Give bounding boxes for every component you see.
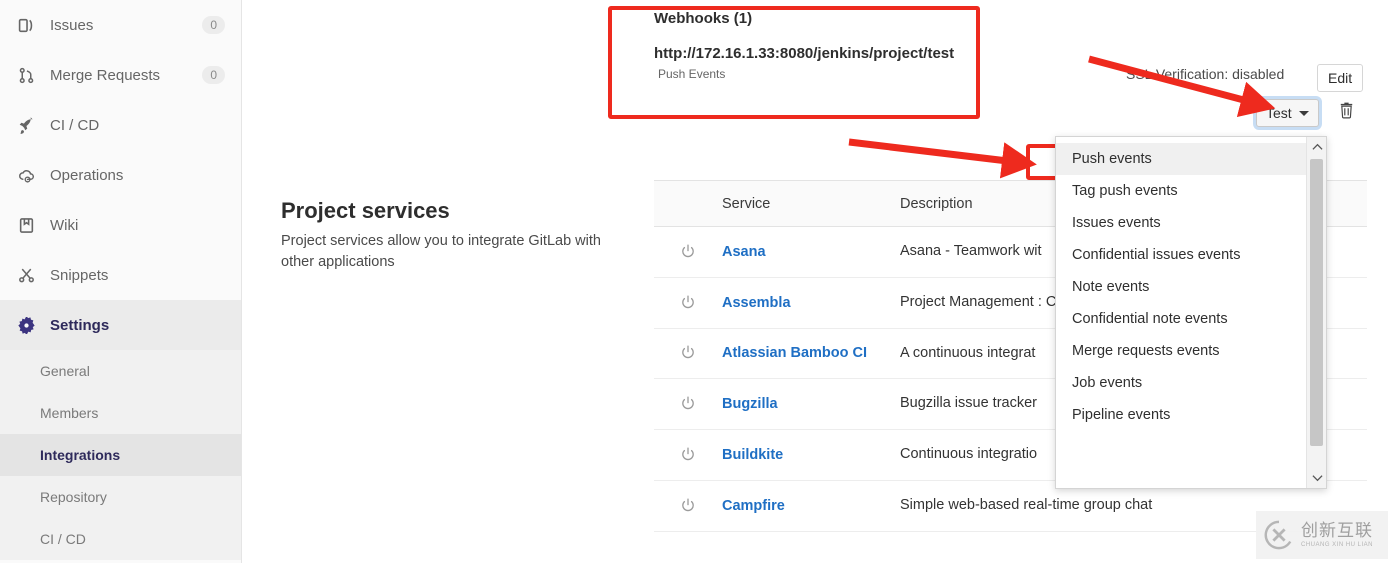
- service-name-cell[interactable]: Atlassian Bamboo CI: [722, 328, 900, 380]
- dropdown-item-confidential-note-events[interactable]: Confidential note events: [1056, 303, 1306, 335]
- dropdown-item-push-events[interactable]: Push events: [1056, 143, 1306, 175]
- merge-request-icon: [16, 65, 36, 85]
- red-arrow-to-push-events: [848, 138, 1037, 179]
- column-header-icon: [654, 180, 722, 227]
- trash-icon: [1340, 102, 1353, 119]
- service-link[interactable]: Asana: [722, 244, 766, 260]
- service-link[interactable]: Atlassian Bamboo CI: [722, 345, 867, 361]
- sidebar-subitem-label: Integrations: [40, 447, 121, 463]
- watermark-cn: 创新互联: [1301, 521, 1373, 540]
- power-icon: [682, 244, 694, 258]
- dropdown-item-issues-events[interactable]: Issues events: [1056, 207, 1306, 239]
- webhook-url[interactable]: http://172.16.1.33:8080/jenkins/project/…: [654, 45, 974, 62]
- cx-logo-icon: [1264, 520, 1292, 550]
- service-name-cell[interactable]: Bugzilla: [722, 378, 900, 430]
- sidebar-item-label: Wiki: [50, 216, 79, 234]
- sidebar-item-ci-cd[interactable]: CI / CD: [0, 100, 241, 150]
- delete-webhook-button[interactable]: [1338, 101, 1355, 122]
- edit-button[interactable]: Edit: [1317, 64, 1364, 92]
- sidebar-item-operations[interactable]: Operations: [0, 150, 241, 200]
- service-link[interactable]: Buildkite: [722, 447, 783, 463]
- dropdown-items-list: Push events Tag push events Issues event…: [1056, 137, 1306, 488]
- service-status-cell[interactable]: [654, 277, 722, 329]
- dropdown-item-merge-requests-events[interactable]: Merge requests events: [1056, 335, 1306, 367]
- service-status-cell[interactable]: [654, 226, 722, 278]
- chevron-down-icon[interactable]: [1307, 468, 1326, 488]
- service-link[interactable]: Bugzilla: [722, 396, 778, 412]
- sidebar-item-label: Issues: [50, 16, 94, 34]
- service-status-cell[interactable]: [654, 480, 722, 532]
- page-title: Project services: [281, 198, 450, 224]
- service-status-cell[interactable]: [654, 429, 722, 481]
- webhooks-title: Webhooks (1): [654, 10, 753, 27]
- sidebar-item-label: Merge Requests: [50, 66, 161, 84]
- power-icon: [682, 498, 694, 511]
- watermark-en: CHUANG XIN HU LIAN: [1301, 542, 1374, 548]
- webhooks-section: Webhooks (1) http://172.16.1.33:8080/jen…: [654, 10, 974, 81]
- cloud-gear-icon: [16, 165, 36, 185]
- app-root: Issues 0 Merge Requests 0 CI / CD Operat…: [0, 0, 1394, 563]
- scissors-icon: [16, 265, 36, 285]
- sidebar-item-issues[interactable]: Issues 0: [0, 0, 241, 50]
- column-header-service: Service: [722, 180, 900, 227]
- test-events-dropdown-menu[interactable]: Push events Tag push events Issues event…: [1055, 136, 1327, 489]
- watermark: 创新互联 CHUANG XIN HU LIAN: [1256, 511, 1388, 559]
- dropdown-item-pipeline-events[interactable]: Pipeline events: [1056, 399, 1306, 431]
- book-icon: [16, 215, 36, 235]
- sidebar-item-label: Settings: [50, 316, 110, 334]
- sidebar-subitem-label: Repository: [40, 489, 107, 505]
- service-name-cell[interactable]: Assembla: [722, 277, 900, 329]
- watermark-text: 创新互联 CHUANG XIN HU LIAN: [1301, 522, 1373, 548]
- webhook-events-label: Push Events: [658, 67, 726, 81]
- power-icon: [682, 346, 694, 359]
- chevron-down-icon: [1298, 110, 1309, 116]
- sidebar-item-settings[interactable]: Settings: [0, 300, 241, 350]
- gear-icon: [16, 315, 36, 335]
- service-status-cell[interactable]: [654, 378, 722, 430]
- test-button-label: Test: [1266, 105, 1292, 121]
- service-name-cell[interactable]: Campfire: [722, 480, 900, 532]
- merge-requests-count-badge: 0: [202, 66, 225, 84]
- sidebar-subitem-integrations[interactable]: Integrations: [0, 434, 241, 476]
- power-icon: [682, 447, 694, 461]
- settings-submenu: General Members Integrations Repository …: [0, 350, 241, 560]
- sidebar-item-label: Operations: [50, 166, 124, 184]
- dropdown-item-note-events[interactable]: Note events: [1056, 271, 1306, 303]
- service-link[interactable]: Assembla: [722, 295, 791, 311]
- issues-icon: [16, 15, 36, 35]
- scrollbar-thumb[interactable]: [1310, 159, 1323, 446]
- chevron-up-icon[interactable]: [1307, 137, 1326, 157]
- test-dropdown-button[interactable]: Test: [1256, 99, 1319, 127]
- sidebar-subitem-label: CI / CD: [40, 531, 86, 547]
- sidebar-subitem-label: General: [40, 363, 90, 379]
- sidebar-subitem-repository[interactable]: Repository: [0, 476, 241, 518]
- service-name-cell[interactable]: Buildkite: [722, 429, 900, 481]
- service-link[interactable]: Campfire: [722, 498, 785, 514]
- sidebar-subitem-ci-cd[interactable]: CI / CD: [0, 518, 241, 560]
- dropdown-item-confidential-issues-events[interactable]: Confidential issues events: [1056, 239, 1306, 271]
- sidebar-subitem-members[interactable]: Members: [0, 392, 241, 434]
- dropdown-scrollbar[interactable]: [1306, 137, 1326, 488]
- project-sidebar: Issues 0 Merge Requests 0 CI / CD Operat…: [0, 0, 242, 563]
- service-name-cell[interactable]: Asana: [722, 226, 900, 278]
- page-description: Project services allow you to integrate …: [281, 232, 601, 270]
- sidebar-item-merge-requests[interactable]: Merge Requests 0: [0, 50, 241, 100]
- sidebar-item-label: Snippets: [50, 266, 109, 284]
- issues-count-badge: 0: [202, 16, 225, 34]
- sidebar-subitem-label: Members: [40, 405, 99, 421]
- dropdown-item-job-events[interactable]: Job events: [1056, 367, 1306, 399]
- sidebar-item-snippets[interactable]: Snippets: [0, 250, 241, 300]
- sidebar-subitem-general[interactable]: General: [0, 350, 241, 392]
- power-icon: [682, 295, 694, 308]
- power-icon: [682, 396, 694, 410]
- dropdown-item-tag-push-events[interactable]: Tag push events: [1056, 175, 1306, 207]
- service-status-cell[interactable]: [654, 328, 722, 380]
- sidebar-item-wiki[interactable]: Wiki: [0, 200, 241, 250]
- rocket-icon: [16, 115, 36, 135]
- sidebar-item-label: CI / CD: [50, 116, 100, 134]
- ssl-verification-status: SSL Verification: disabled: [1126, 66, 1285, 82]
